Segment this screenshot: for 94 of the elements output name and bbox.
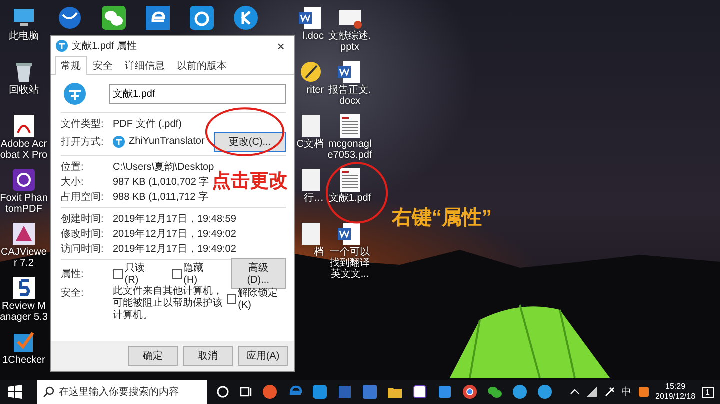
search-icon bbox=[43, 386, 55, 398]
field-label: 访问时间: bbox=[61, 242, 105, 256]
app-icon bbox=[113, 136, 125, 148]
field-label: 创建时间: bbox=[61, 212, 105, 226]
search-field[interactable]: 在这里输入你要搜索的内容 bbox=[37, 380, 207, 404]
notification-button[interactable]: 1 bbox=[702, 386, 714, 398]
file-name-field[interactable]: 文献1.pdf bbox=[109, 84, 286, 104]
desktop-icon-label[interactable]: 1Checker bbox=[2, 355, 46, 366]
dialog-button[interactable]: 取消 bbox=[183, 346, 233, 366]
cortana-icon[interactable] bbox=[216, 385, 230, 399]
desktop-icon-label[interactable]: riter bbox=[306, 85, 324, 96]
app-icon[interactable] bbox=[512, 384, 528, 400]
chevron-up-icon[interactable] bbox=[570, 387, 580, 397]
desktop-icon-label[interactable]: 行… bbox=[304, 193, 324, 204]
desktop-icon-label[interactable]: l.doc bbox=[302, 31, 324, 42]
browser-icon[interactable] bbox=[145, 5, 171, 31]
reader-app-icon[interactable] bbox=[11, 221, 37, 247]
file-type-icon bbox=[63, 82, 87, 106]
checkbox[interactable] bbox=[172, 268, 182, 278]
checkbox[interactable] bbox=[227, 294, 236, 304]
annotation-text: 点击更改 bbox=[212, 170, 288, 194]
clock[interactable]: 15:29 2019/12/18 bbox=[656, 382, 696, 402]
checkbox-label[interactable]: 只读(R) bbox=[124, 261, 158, 286]
desktop-icon-label[interactable]: 回收站 bbox=[9, 85, 39, 96]
desktop-icon-label[interactable]: 一个可以找到翻译英文文... bbox=[326, 247, 374, 280]
network-icon[interactable] bbox=[586, 386, 598, 398]
desktop-icon-label[interactable]: Review Manager 5.3 bbox=[0, 301, 48, 323]
dialog-button[interactable]: 应用(A) bbox=[238, 346, 288, 366]
app-icon[interactable] bbox=[638, 386, 650, 398]
change-button[interactable]: 更改(C)... bbox=[214, 132, 286, 152]
field-label: 打开方式: bbox=[61, 136, 105, 148]
field-value: ZhiYunTranslator bbox=[129, 136, 205, 147]
field-label: 位置: bbox=[61, 160, 85, 174]
pdf-app-icon[interactable] bbox=[11, 167, 37, 193]
tab[interactable]: 详细信息 bbox=[119, 56, 171, 75]
tool-icon[interactable] bbox=[604, 386, 616, 398]
window-title: 文献1.pdf 属性 bbox=[72, 40, 138, 53]
tab[interactable]: 常规 bbox=[55, 56, 87, 75]
pdf-file-icon[interactable] bbox=[337, 113, 363, 139]
word-icon[interactable] bbox=[337, 384, 353, 400]
app-icon[interactable] bbox=[537, 384, 553, 400]
desktop-icon-label[interactable]: 报告正文.docx bbox=[326, 85, 374, 107]
checkbox[interactable] bbox=[113, 268, 123, 278]
dialog-button[interactable]: 确定 bbox=[128, 346, 178, 366]
desktop-icon-label[interactable]: 此电脑 bbox=[9, 31, 39, 42]
app-icon[interactable] bbox=[233, 5, 259, 31]
chat-app-icon[interactable] bbox=[101, 5, 127, 31]
tab[interactable]: 以前的版本 bbox=[171, 56, 233, 75]
close-button[interactable]: × bbox=[268, 36, 294, 56]
input-method-indicator[interactable]: 中 bbox=[622, 385, 632, 399]
app-icon bbox=[56, 40, 68, 52]
field-value: 988 KB (1,011,712 字 bbox=[113, 190, 208, 204]
security-message: 此文件来自其他计算机，可能被阻止以帮助保护该计算机。 bbox=[113, 286, 223, 322]
desktop-icon-label[interactable]: Adobe Acrobat X Pro bbox=[0, 139, 48, 161]
field-label: 大小: bbox=[61, 176, 85, 188]
word-document-icon[interactable] bbox=[337, 59, 363, 85]
desktop-icon-label[interactable]: Foxit PhantomPDF bbox=[0, 193, 48, 215]
chat-app-icon[interactable] bbox=[487, 384, 503, 400]
checkbox-label[interactable]: 隐藏(H) bbox=[184, 261, 217, 286]
field-label: 属性: bbox=[61, 268, 85, 280]
field-value: 2019年12月17日，19:48:59 bbox=[113, 212, 236, 226]
advanced-button[interactable]: 高级(D)... bbox=[230, 258, 286, 289]
app-icon[interactable] bbox=[189, 5, 215, 31]
word-document-icon[interactable] bbox=[337, 221, 363, 247]
pdf-file-icon[interactable] bbox=[337, 167, 363, 193]
field-label: 占用空间: bbox=[61, 190, 105, 204]
pdf-app-icon[interactable] bbox=[11, 113, 37, 139]
desktop-icon-label[interactable]: 文献综述.pptx bbox=[326, 31, 374, 53]
field-label: 安全: bbox=[61, 286, 85, 300]
field-value: PDF 文件 (.pdf) bbox=[113, 118, 182, 130]
checkmark-app-icon[interactable] bbox=[11, 329, 37, 355]
browser-icon[interactable] bbox=[462, 384, 478, 400]
field-value: C:\Users\夏韵\Desktop bbox=[113, 160, 214, 172]
desktop-icon-label[interactable]: CAJViewer 7.2 bbox=[0, 247, 48, 269]
word-document-icon[interactable] bbox=[298, 5, 324, 31]
circle-annotation bbox=[325, 160, 389, 226]
app-icon[interactable] bbox=[412, 384, 428, 400]
tab[interactable]: 安全 bbox=[87, 56, 119, 75]
start-icon[interactable] bbox=[8, 385, 22, 399]
field-value: 2019年12月17日，19:49:02 bbox=[113, 228, 236, 240]
desktop-icon-label[interactable]: mcgonagle7053.pdf bbox=[326, 139, 374, 161]
desktop-icon-label[interactable]: C文档 bbox=[296, 139, 324, 150]
app-icon[interactable] bbox=[11, 275, 37, 301]
checkbox-label[interactable]: 解除锁定(K) bbox=[238, 286, 286, 311]
desktop-icon-label[interactable]: 文献1.pdf bbox=[328, 193, 372, 204]
field-value: 987 KB (1,010,702 字 bbox=[113, 176, 210, 188]
app-icon[interactable] bbox=[57, 5, 83, 31]
app-icon[interactable] bbox=[298, 59, 324, 85]
field-label: 修改时间: bbox=[61, 228, 105, 240]
field-value: 2019年12月17日，19:49:02 bbox=[113, 242, 236, 256]
field-label: 文件类型: bbox=[61, 118, 105, 130]
desktop-icon-label[interactable]: 档 bbox=[314, 247, 324, 258]
annotation-text: 右键“属性” bbox=[392, 206, 492, 231]
task-view-icon[interactable] bbox=[239, 385, 253, 399]
